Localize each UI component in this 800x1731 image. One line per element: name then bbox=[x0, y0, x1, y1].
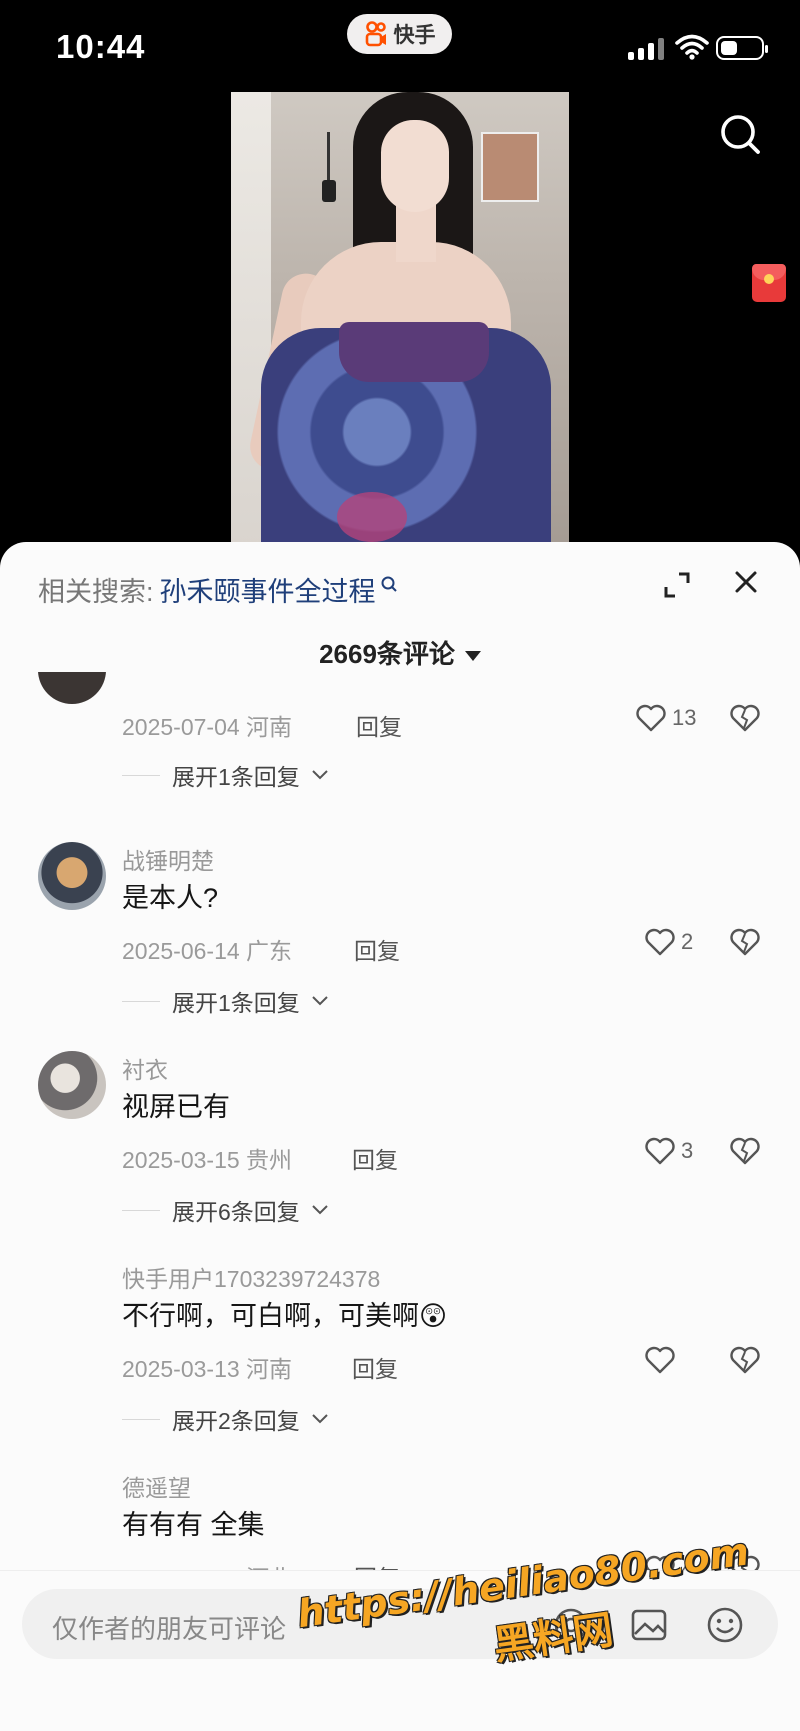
comment-username[interactable]: 衬衣 bbox=[122, 1051, 168, 1085]
dislike-button[interactable] bbox=[730, 1137, 760, 1170]
comment-text: 是本人? bbox=[122, 883, 219, 913]
like-count: 13 bbox=[672, 705, 697, 730]
search-small-icon bbox=[381, 576, 397, 592]
comment-item: 德遥望 有有有 全集 2025-04-27 河北 回复 4 bbox=[0, 1469, 800, 1572]
dislike-button[interactable] bbox=[730, 928, 760, 961]
broken-heart-icon bbox=[730, 928, 760, 956]
avatar[interactable] bbox=[38, 842, 106, 910]
dislike-button[interactable] bbox=[730, 1346, 760, 1379]
chevron-down-icon bbox=[312, 996, 328, 1006]
related-search[interactable]: 相关搜索: 孙禾颐事件全过程 bbox=[38, 570, 400, 609]
comment-item: 衬衣 视屏已有 2025-03-15 贵州 回复 3 展开6条回复 bbox=[0, 1051, 800, 1241]
battery-icon bbox=[716, 36, 768, 60]
reply-button[interactable]: 回复 bbox=[352, 1350, 398, 1384]
comment-meta: 2025-07-04 河南 bbox=[122, 714, 293, 740]
expand-replies[interactable]: 展开2条回复 bbox=[122, 1402, 328, 1436]
reply-button[interactable]: 回复 bbox=[352, 1141, 398, 1175]
reply-button[interactable]: 回复 bbox=[356, 708, 402, 742]
comment-text: 有有有 全集 bbox=[122, 1510, 265, 1540]
at-icon[interactable] bbox=[552, 1606, 590, 1644]
kuaishou-logo-icon bbox=[365, 21, 386, 47]
reply-button[interactable]: 回复 bbox=[354, 932, 400, 966]
comment-count[interactable]: 2669条评论 bbox=[0, 634, 800, 671]
cellular-signal-icon bbox=[628, 36, 664, 60]
like-button[interactable]: 2 bbox=[645, 928, 693, 956]
comment-meta: 2025-06-14 广东 bbox=[122, 938, 293, 964]
comment-text: 视屏已有 bbox=[122, 1092, 230, 1122]
comment-input[interactable]: 仅作者的朋友可评论 bbox=[22, 1589, 778, 1659]
like-button[interactable] bbox=[645, 1346, 681, 1374]
heart-icon bbox=[645, 928, 675, 956]
video-player[interactable] bbox=[231, 92, 569, 552]
red-packet-icon[interactable] bbox=[752, 264, 786, 302]
image-icon[interactable] bbox=[630, 1606, 668, 1644]
status-time: 10:44 bbox=[56, 28, 146, 65]
heart-icon bbox=[645, 1137, 675, 1165]
comment-username[interactable]: 快手用户1703239724378 bbox=[122, 1260, 380, 1294]
comment-username[interactable]: 战锤明楚 bbox=[122, 842, 214, 876]
status-bar: 10:44 快手 bbox=[0, 0, 800, 92]
comment-item: 2025-07-04 河南 回复 13 展开1条回复 bbox=[0, 672, 800, 816]
comment-username[interactable]: 德遥望 bbox=[122, 1469, 191, 1503]
like-count: 3 bbox=[681, 1138, 694, 1163]
app-indicator[interactable]: 快手 bbox=[347, 14, 452, 54]
chevron-down-icon bbox=[312, 1414, 328, 1424]
comment-meta: 2025-03-15 贵州 bbox=[122, 1147, 293, 1173]
heart-icon bbox=[645, 1346, 675, 1374]
expand-replies[interactable]: 展开1条回复 bbox=[122, 758, 328, 792]
dislike-button[interactable] bbox=[730, 704, 760, 737]
expand-replies[interactable]: 展开1条回复 bbox=[122, 984, 328, 1018]
wifi-icon bbox=[675, 34, 709, 60]
like-button[interactable]: 3 bbox=[645, 1137, 693, 1165]
expand-replies-label: 展开2条回复 bbox=[172, 1408, 300, 1434]
emoji-icon[interactable] bbox=[706, 1606, 744, 1644]
comment-text: 不行啊，可白啊，可美啊😲 bbox=[122, 1301, 448, 1331]
broken-heart-icon bbox=[730, 1137, 760, 1165]
avatar[interactable] bbox=[38, 1051, 106, 1119]
comment-input-placeholder: 仅作者的朋友可评论 bbox=[52, 1614, 287, 1644]
comment-list[interactable]: 2025-07-04 河南 回复 13 展开1条回复 战锤明楚 是本人? 202… bbox=[0, 672, 800, 1572]
expand-replies-label: 展开1条回复 bbox=[172, 764, 300, 790]
dropdown-caret-icon bbox=[464, 651, 481, 662]
broken-heart-icon bbox=[730, 1346, 760, 1374]
broken-heart-icon bbox=[730, 704, 760, 732]
comment-input-bar: 仅作者的朋友可评论 bbox=[0, 1570, 800, 1731]
search-icon[interactable] bbox=[718, 112, 762, 156]
comment-sheet: 相关搜索: 孙禾颐事件全过程 2669条评论 2025-07-04 河南 回复 … bbox=[0, 542, 800, 1731]
chevron-down-icon bbox=[312, 1205, 328, 1215]
comment-meta: 2025-03-13 河南 bbox=[122, 1356, 293, 1382]
expand-replies-label: 展开6条回复 bbox=[172, 1199, 300, 1225]
related-search-term[interactable]: 孙禾颐事件全过程 bbox=[160, 570, 376, 609]
related-search-label: 相关搜索: bbox=[38, 577, 154, 607]
chevron-down-icon bbox=[312, 770, 328, 780]
comment-item: 战锤明楚 是本人? 2025-06-14 广东 回复 2 展开1条回复 bbox=[0, 842, 800, 1032]
comment-item: 快手用户1703239724378 不行啊，可白啊，可美啊😲 2025-03-1… bbox=[0, 1260, 800, 1450]
expand-replies[interactable]: 展开6条回复 bbox=[122, 1193, 328, 1227]
like-button[interactable]: 13 bbox=[636, 704, 696, 732]
close-icon[interactable] bbox=[734, 570, 758, 594]
expand-replies-label: 展开1条回复 bbox=[172, 990, 300, 1016]
avatar[interactable] bbox=[38, 672, 106, 704]
heart-icon bbox=[636, 704, 666, 732]
like-count: 2 bbox=[681, 929, 694, 954]
expand-icon[interactable] bbox=[664, 572, 690, 598]
app-name: 快手 bbox=[393, 24, 436, 47]
